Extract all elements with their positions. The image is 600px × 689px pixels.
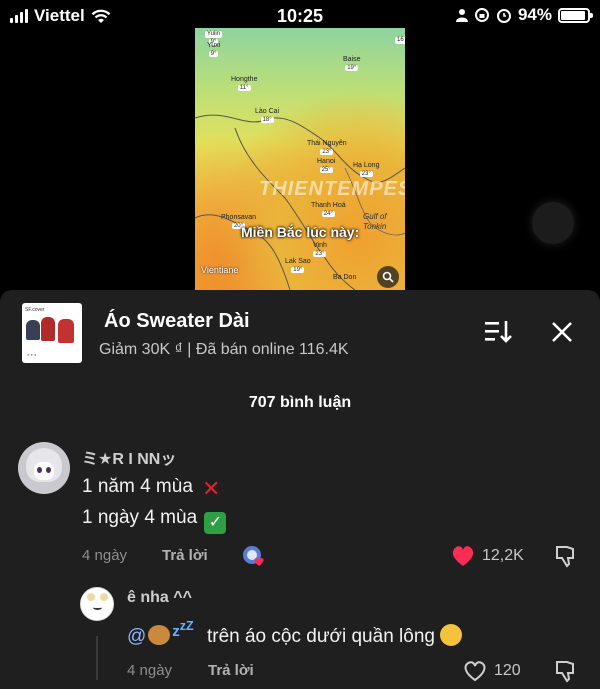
comment-text-line: 1 năm 4 mùa ✕	[82, 476, 221, 501]
like-count: 120	[494, 662, 521, 679]
like-count: 12,2K	[482, 547, 524, 564]
map-city: Vinh 23°	[313, 242, 327, 258]
heart-outline-icon[interactable]	[462, 659, 488, 683]
avatar[interactable]	[18, 442, 70, 494]
map-city: Hongthe 11°	[231, 76, 258, 92]
thread-line	[96, 636, 98, 680]
reply-age: 4 ngày	[127, 662, 173, 679]
video-caption: Miền Bắc lúc này:	[241, 224, 360, 240]
comment-text-line: 1 ngày 4 mùa ✓	[82, 507, 227, 534]
check-mark-icon: ✓	[204, 512, 227, 534]
dislike-icon[interactable]	[553, 659, 577, 683]
map-city: Lào Cai 18°	[255, 108, 280, 124]
map-city: Hạ Long 23°	[353, 162, 380, 178]
map-city: Lak Sao 19°	[285, 258, 311, 274]
cross-mark-icon: ✕	[201, 476, 221, 501]
product-subtitle: Giảm 30K ₫ | Đã bán online 116.4K	[99, 341, 349, 358]
reply-button[interactable]: Trả lời	[162, 547, 208, 564]
reply-text: @ zzZ trên áo cộc dưới quần lông	[127, 619, 463, 648]
sort-icon	[485, 321, 512, 343]
smile-emoji-icon	[440, 624, 463, 646]
video-preview[interactable]: Yulin 9° Yuxi 9° Hongthe 11° Baise 19° Lào C…	[195, 28, 405, 290]
rotation-lock-icon	[474, 8, 489, 22]
map-city: Thanh Hoá 24°	[311, 202, 346, 218]
map-city: Vientiane	[201, 265, 239, 275]
sleep-emoji-icon: zzZ	[172, 619, 194, 640]
battery-icon	[558, 7, 593, 23]
close-button[interactable]	[550, 320, 574, 344]
product-title[interactable]: Áo Sweater Dài	[104, 310, 250, 333]
gulf-label: Gulf of Tonkin	[363, 212, 387, 231]
dislike-icon[interactable]	[553, 544, 577, 568]
wifi-icon	[91, 9, 110, 23]
person-icon	[455, 9, 468, 22]
avatar[interactable]	[80, 587, 114, 621]
bear-emoji-icon	[148, 625, 171, 645]
heart-filled-icon[interactable]	[450, 544, 476, 568]
carrier-name: Viettel	[34, 6, 85, 25]
map-edge-label: 16	[395, 37, 405, 44]
map-city: Baise 19°	[343, 56, 361, 72]
comment-username[interactable]: ミ★R I NNッ	[82, 445, 176, 469]
map-city: Hanoi 25°	[317, 158, 336, 174]
comments-sheet: SF.cover ● ● ● Áo Sweater Dài Giảm 30K ₫…	[0, 290, 600, 689]
close-icon	[552, 322, 572, 342]
map-borders	[195, 114, 405, 290]
map-city: Thái Nguyên 23°	[307, 140, 347, 156]
reply-username[interactable]: ê nha ^^	[127, 589, 192, 607]
search-button[interactable]	[377, 266, 399, 288]
video-watermark: THIENTEMPEST	[259, 178, 405, 200]
reply-button[interactable]: Trả lời	[208, 662, 254, 679]
map-city: Yuxi 9°	[207, 42, 221, 58]
search-icon	[382, 271, 394, 283]
signal-icon	[10, 9, 28, 23]
creator-liked-icon	[243, 546, 264, 566]
assistive-touch-button[interactable]	[532, 202, 574, 244]
mention[interactable]: @	[127, 626, 146, 647]
sort-button[interactable]	[484, 319, 514, 345]
battery-percent: 94%	[517, 5, 552, 24]
comment-age: 4 ngày	[82, 547, 128, 564]
map-city: Ba Don	[333, 274, 357, 281]
product-thumbnail[interactable]: SF.cover ● ● ●	[22, 303, 82, 363]
comments-count: 707 bình luận	[248, 394, 352, 411]
alarm-icon	[496, 9, 511, 23]
